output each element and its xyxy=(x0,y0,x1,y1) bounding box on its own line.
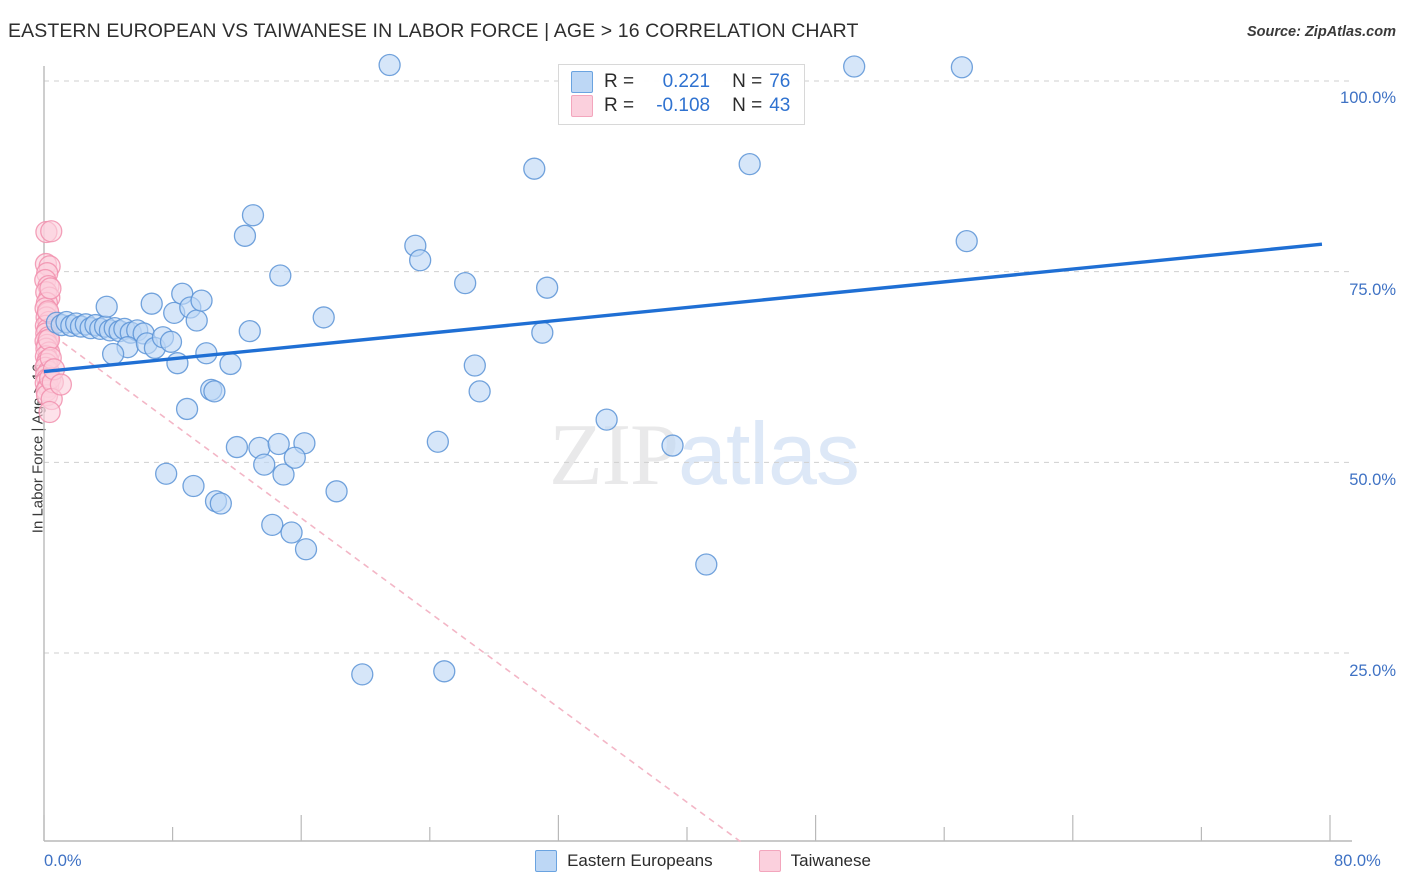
n-label-pink: N = xyxy=(732,95,763,116)
n-value-pink: 43 xyxy=(769,95,791,116)
n-label-blue: N = xyxy=(732,71,763,92)
series-legend: Eastern Europeans Taiwanese xyxy=(0,850,1406,872)
legend-label-taiwanese: Taiwanese xyxy=(790,851,871,870)
x-axis-ticks xyxy=(43,815,1331,841)
y-tick-label-0: 100.0% xyxy=(1340,89,1396,107)
legend-swatch-pink-icon xyxy=(758,850,781,872)
eastern-europeans-trendline xyxy=(43,242,1323,374)
legend-item-taiwanese[interactable]: Taiwanese xyxy=(758,850,871,872)
stats-row-taiwanese: R = -0.108 N = 43 xyxy=(571,95,790,117)
r-value-blue: 0.221 xyxy=(662,71,711,92)
legend-item-eastern-europeans[interactable]: Eastern Europeans xyxy=(535,850,713,872)
series-swatch-blue-icon xyxy=(571,71,593,93)
correlation-chart: EASTERN EUROPEAN VS TAIWANESE IN LABOR F… xyxy=(0,0,1406,892)
plot-area xyxy=(34,53,1352,845)
legend-swatch-blue-icon xyxy=(535,850,558,872)
series-swatch-pink-icon xyxy=(571,95,593,117)
r-value-pink: -0.108 xyxy=(656,95,711,116)
y-tick-label-2: 50.0% xyxy=(1349,471,1396,489)
legend-label-eastern-europeans: Eastern Europeans xyxy=(567,851,713,870)
n-value-blue: 76 xyxy=(769,71,791,92)
correlation-stats-box: R = 0.221 N = 76 R = -0.108 N = 43 xyxy=(558,64,806,125)
y-tick-label-1: 75.0% xyxy=(1349,281,1396,299)
y-tick-label-3: 25.0% xyxy=(1349,662,1396,680)
taiwanese-trendline xyxy=(53,335,744,845)
r-label-blue: R = xyxy=(604,71,635,92)
stats-row-eastern-europeans: R = 0.221 N = 76 xyxy=(571,71,790,93)
eastern-europeans-points xyxy=(45,53,978,686)
r-label-pink: R = xyxy=(604,95,635,116)
